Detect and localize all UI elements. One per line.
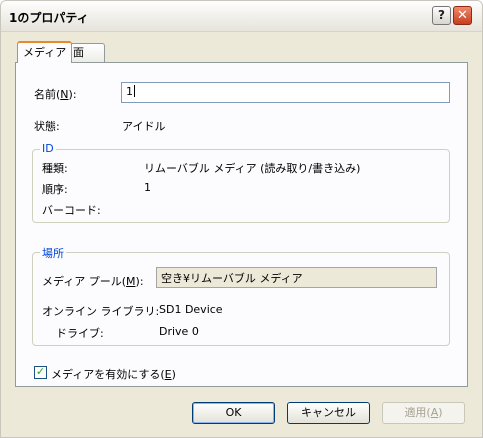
tab-media[interactable]: メディア <box>17 41 73 63</box>
online-library-value: SD1 Device <box>159 303 223 316</box>
order-label: 順序: <box>42 183 68 196</box>
help-icon: ? <box>438 8 445 22</box>
close-button[interactable]: ✕ <box>453 6 472 25</box>
order-value: 1 <box>144 181 151 194</box>
properties-window: 1のプロパティ ? ✕ メディア 面 名前(N): 1 状態: アイドル ID … <box>0 0 483 438</box>
drive-label: ドライブ: <box>56 327 104 340</box>
apply-button[interactable]: 適用(A) <box>382 402 465 424</box>
media-pool-label: メディア プール(M): <box>42 275 144 288</box>
help-button[interactable]: ? <box>432 6 451 25</box>
title-bar: 1のプロパティ ? ✕ <box>1 1 482 32</box>
enable-media-label[interactable]: メディアを有効にする(E) <box>51 366 176 382</box>
barcode-label: バーコード: <box>42 204 101 217</box>
status-label: 状態: <box>34 120 60 133</box>
name-input-value: 1 <box>126 85 133 98</box>
id-group-legend: ID <box>40 142 56 155</box>
enable-media-checkbox[interactable]: ✓ <box>34 366 47 379</box>
checkmark-icon: ✓ <box>35 365 46 378</box>
media-pool-value: 空き¥リムーバブル メディア <box>161 272 303 285</box>
cancel-button[interactable]: キャンセル <box>287 402 370 424</box>
ok-button[interactable]: OK <box>192 402 275 424</box>
name-label: 名前(N): <box>34 88 77 101</box>
tab-media-label: メディア <box>23 46 67 59</box>
tab-side-label: 面 <box>73 46 84 59</box>
name-input[interactable]: 1 <box>121 82 450 103</box>
tab-side[interactable]: 面 <box>67 43 105 63</box>
type-label: 種類: <box>42 162 68 175</box>
drive-value: Drive 0 <box>159 325 199 338</box>
text-caret <box>134 85 135 97</box>
online-library-label: オンライン ライブラリ: <box>42 305 160 318</box>
window-title: 1のプロパティ <box>9 11 89 25</box>
status-value: アイドル <box>122 120 166 133</box>
type-value: リムーバブル メディア (読み取り/書き込み) <box>144 162 361 175</box>
close-icon: ✕ <box>457 8 468 23</box>
location-group-legend: 場所 <box>40 245 66 261</box>
media-pool-field: 空き¥リムーバブル メディア <box>156 267 437 288</box>
